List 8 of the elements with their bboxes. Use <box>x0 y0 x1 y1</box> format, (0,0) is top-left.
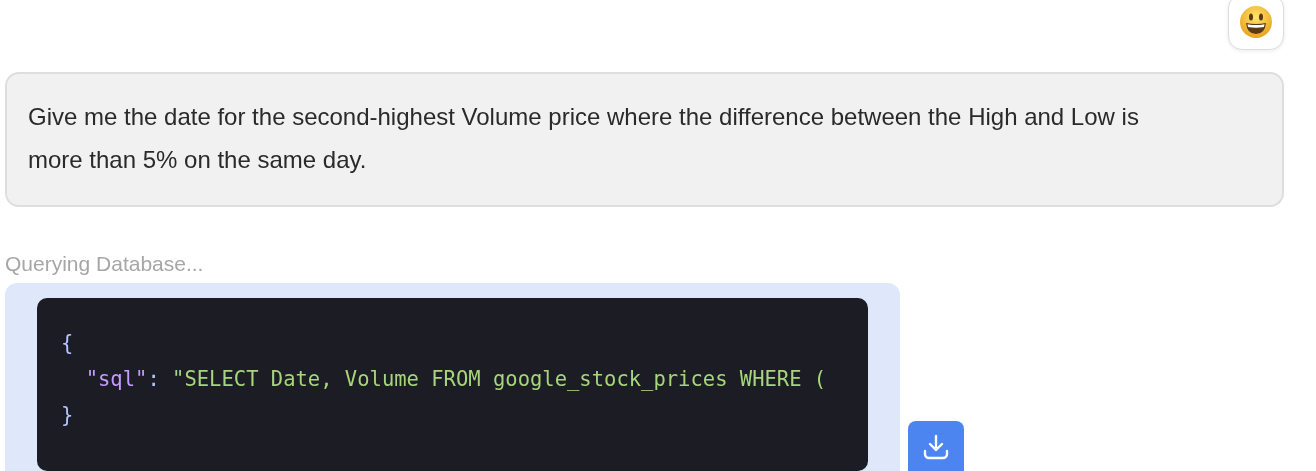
code-line: { <box>61 330 74 357</box>
download-button[interactable] <box>908 421 964 471</box>
status-text: Querying Database... <box>5 251 205 277</box>
code-line: "sql": "SELECT Date, Volume FROM google_stock_prices WHERE ( <box>84 366 827 393</box>
download-icon <box>922 433 950 461</box>
user-message: Give me the date for the second-highest Volume price where the difference between the High and Low is more than 5% on the same day. <box>5 72 1284 207</box>
smiley-icon <box>1239 5 1273 39</box>
code-line: } <box>61 402 74 429</box>
